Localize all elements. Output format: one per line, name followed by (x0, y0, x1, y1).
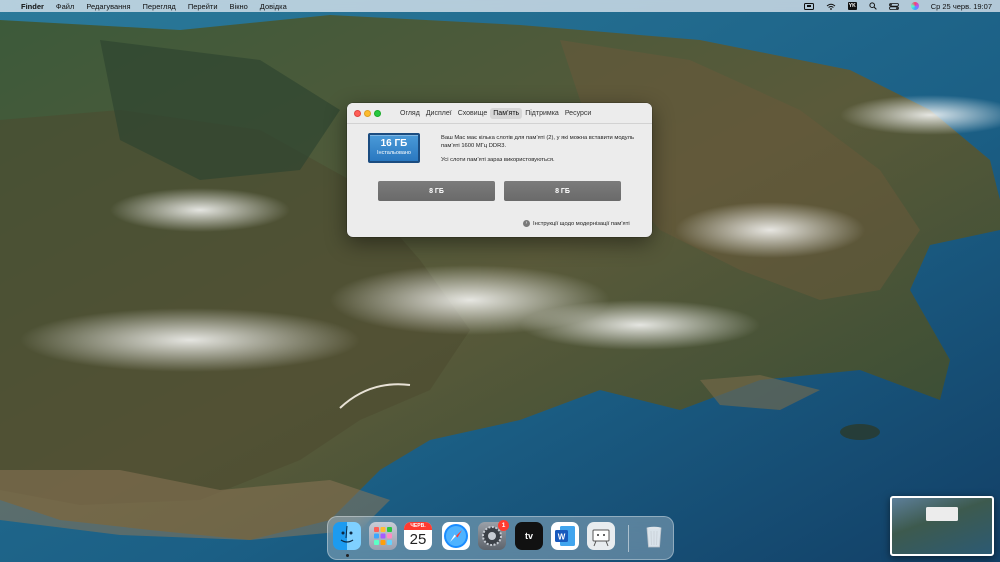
display-icon[interactable] (803, 2, 814, 10)
calendar-icon[interactable]: ЧЕРВ. 25 (404, 522, 432, 550)
menu-window[interactable]: Вікно (230, 2, 248, 11)
notification-badge: 1 (498, 520, 509, 531)
trash-icon[interactable] (640, 522, 668, 550)
calendar-day: 25 (409, 531, 427, 548)
migration-assistant-icon[interactable] (587, 522, 615, 550)
menu-edit[interactable]: Редагування (86, 2, 130, 11)
svg-text:W: W (558, 533, 566, 542)
minimize-button[interactable] (364, 110, 371, 117)
microsoft-word-icon[interactable]: W (551, 522, 579, 550)
memory-installed-label: Інстальовано (377, 150, 411, 156)
finder-icon[interactable] (333, 522, 361, 550)
finder-running-indicator (346, 554, 349, 557)
menubar-clock[interactable]: Ср 25 черв. 19:07 (931, 2, 992, 11)
thumbnail-window-preview (926, 507, 958, 521)
calendar-month: ЧЕРВ. (404, 522, 432, 530)
safari-icon[interactable] (442, 522, 470, 550)
tab-bar: Огляд Дисплеї Сховище Пам’ять Підтримка … (397, 108, 594, 119)
screenshot-thumbnail[interactable] (890, 496, 994, 556)
desktop-wallpaper (0, 0, 1000, 562)
about-this-mac-window: Огляд Дисплеї Сховище Пам’ять Підтримка … (347, 103, 652, 237)
close-button[interactable] (354, 110, 361, 117)
keyboard-layout-icon[interactable]: YK (847, 2, 857, 10)
memory-slot-1: 8 ГБ (378, 181, 495, 201)
menu-file[interactable]: Файл (56, 2, 74, 11)
memory-upgrade-label: Інструкції щодо модернізації пам’яті (533, 220, 630, 227)
zoom-button[interactable] (374, 110, 381, 117)
menu-view[interactable]: Перегляд (143, 2, 176, 11)
memory-info-text: Ваш Mac має кілька слотів для пам’яті (2… (441, 134, 646, 164)
window-titlebar[interactable]: Огляд Дисплеї Сховище Пам’ять Підтримка … (347, 103, 652, 124)
memory-slots-usage: Усі слоти пам’яті зараз використовуються… (441, 157, 555, 163)
launchpad-icon[interactable] (369, 522, 397, 550)
siri-icon[interactable] (910, 2, 919, 10)
memory-total-badge: 16 ГБ Інстальовано (368, 133, 420, 163)
search-icon[interactable] (869, 2, 877, 10)
tab-storage[interactable]: Сховище (455, 108, 491, 119)
tab-overview[interactable]: Огляд (397, 108, 423, 119)
dock: ЧЕРВ. 25 1 tv W (327, 516, 674, 560)
memory-slots-description: Ваш Mac має кілька слотів для пам’яті (2… (441, 135, 634, 149)
menu-help[interactable]: Довідка (260, 2, 287, 11)
menu-go[interactable]: Перейти (188, 2, 218, 11)
apple-tv-icon[interactable]: tv (515, 522, 543, 550)
dock-divider (628, 525, 629, 552)
app-menu-finder[interactable]: Finder (21, 2, 44, 11)
tab-memory[interactable]: Пам’ять (490, 108, 523, 119)
memory-upgrade-instructions-link[interactable]: › Інструкції щодо модернізації пам’яті (523, 220, 630, 227)
arrow-right-icon: › (523, 220, 530, 227)
memory-total-value: 16 ГБ (380, 138, 408, 149)
memory-slot-2: 8 ГБ (504, 181, 621, 201)
wifi-icon[interactable] (826, 3, 836, 10)
tab-support[interactable]: Підтримка (522, 108, 562, 119)
tab-resources[interactable]: Ресурси (562, 108, 594, 119)
apple-tv-label: tv (524, 531, 533, 541)
menu-bar: Finder Файл Редагування Перегляд Перейти… (0, 0, 1000, 12)
control-center-icon[interactable] (888, 2, 899, 10)
tab-displays[interactable]: Дисплеї (423, 108, 455, 119)
